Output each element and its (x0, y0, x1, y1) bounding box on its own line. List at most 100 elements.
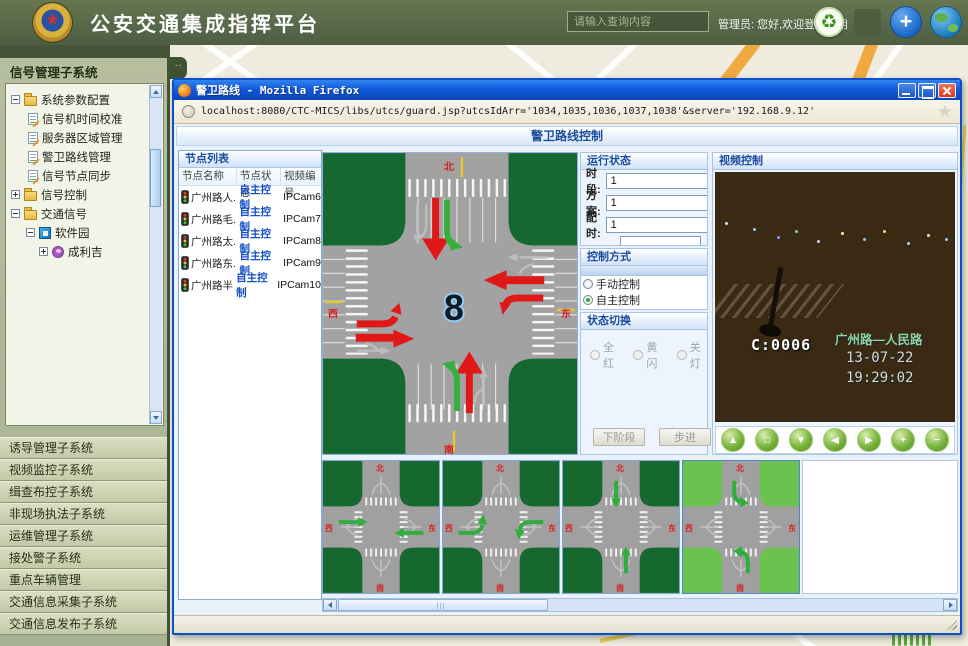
sidebar-menu-item[interactable]: 运维管理子系统 (0, 525, 167, 547)
phase-thumb-2[interactable]: 北 西 东 南 (442, 460, 560, 594)
user-icon (52, 246, 64, 258)
expand-icon[interactable] (11, 190, 20, 199)
field-input[interactable] (606, 173, 708, 189)
expand-icon[interactable] (39, 247, 48, 256)
tree-item-traffic-signal[interactable]: 交通信号 (11, 204, 147, 223)
sidebar-menu-item[interactable]: 视频监控子系统 (0, 459, 167, 481)
control-mode-panel: 控制方式 手动控制 (580, 248, 708, 310)
ptz-stop-button[interactable]: □ (755, 428, 779, 452)
scroll-up-icon[interactable] (150, 85, 162, 98)
sidebar-top-strip (0, 45, 167, 58)
sidebar-menu-item[interactable]: 非现场执法子系统 (0, 503, 167, 525)
tree-item-system-params[interactable]: 系统参数配置 (11, 90, 147, 109)
state-switch-option[interactable]: 全红 (590, 339, 620, 371)
node-row[interactable]: 广州路半... 自主控制 IPCam10 (179, 274, 321, 296)
tree-item-label[interactable]: 信号控制 (41, 187, 87, 203)
ptz-right-button[interactable]: ▶ (857, 428, 881, 452)
svg-text:东: 东 (428, 523, 436, 533)
sidebar-menu-item[interactable]: 交通信息采集子系统 (0, 591, 167, 613)
sidebar-collapse-tab[interactable]: .. (170, 57, 187, 79)
partial-field-input[interactable] (620, 236, 701, 246)
radio-icon[interactable] (583, 295, 593, 305)
tree-item-signal-node-sync[interactable]: 信号节点同步 (11, 166, 147, 185)
tree-item-software-park[interactable]: 软件园 (11, 223, 147, 242)
collapse-icon[interactable] (11, 95, 20, 104)
phase-step-button[interactable]: 下阶段 (593, 428, 645, 446)
field-input[interactable] (606, 195, 708, 211)
tree-item-label[interactable]: 系统参数配置 (41, 92, 110, 108)
field-input[interactable] (606, 217, 708, 233)
radio-icon[interactable] (633, 350, 643, 360)
tree-item-label[interactable]: 信号节点同步 (42, 168, 111, 184)
refresh-icon[interactable]: ♻ (814, 7, 844, 37)
sidebar-menu-item[interactable]: 缉查布控子系统 (0, 481, 167, 503)
ptz-left-button[interactable]: ◀ (823, 428, 847, 452)
tree-item-label[interactable]: 成利吉 (68, 244, 103, 260)
sidebar-menu-item[interactable]: 交通信息发布子系统 (0, 613, 167, 635)
control-mode-option[interactable]: 手动控制 (581, 276, 707, 292)
ptz-up-button[interactable]: ▲ (721, 428, 745, 452)
node-name[interactable]: 广州路毛... (179, 212, 236, 227)
ptz-zoom-in-button[interactable]: + (891, 428, 915, 452)
tree-item-label[interactable]: 警卫路线管理 (42, 149, 111, 165)
scroll-left-icon[interactable] (323, 599, 337, 611)
phase-thumb-4[interactable]: 北 西 东 南 (682, 460, 800, 594)
node-name[interactable]: 广州路半... (179, 278, 233, 293)
scrollbar-thumb[interactable] (338, 599, 548, 611)
scrollbar-thumb[interactable] (150, 149, 161, 207)
scroll-down-icon[interactable] (150, 411, 162, 424)
location-overlay: 广州路—人民路 (835, 329, 923, 348)
maximize-button[interactable] (918, 83, 936, 98)
url-text[interactable]: localhost:8080/CTC-MICS/libs/utcs/guard.… (201, 106, 932, 117)
radio-icon[interactable] (590, 350, 600, 360)
sidebar-menu-item[interactable]: 重点车辆管理 (0, 569, 167, 591)
radio-label[interactable]: 自主控制 (596, 292, 640, 308)
phase-step-button[interactable]: 步进 (659, 428, 711, 446)
node-name[interactable]: 广州路太... (179, 234, 236, 249)
tree-scrollbar[interactable] (149, 85, 162, 424)
tree-item-label[interactable]: 信号机时间校准 (42, 111, 123, 127)
tree-item-label[interactable]: 交通信号 (41, 206, 87, 222)
horizontal-scrollbar[interactable] (322, 598, 958, 612)
close-button[interactable] (938, 83, 956, 98)
screen: 公安交通集成指挥平台 管理员: 您好,欢迎登陆使用 ♻ + 信号管理子系统 系统… (0, 0, 968, 646)
radio-icon[interactable] (677, 350, 687, 360)
search-input[interactable] (567, 11, 709, 32)
ptz-down-button[interactable]: ▼ (789, 428, 813, 452)
apps-grid-icon[interactable] (854, 9, 881, 36)
video-feed[interactable]: C:0006 广州路—人民路 13-07-22 19:29:02 (715, 172, 955, 422)
bookmark-star-icon[interactable] (938, 105, 952, 119)
ptz-zoom-out-button[interactable]: − (925, 428, 949, 452)
collapse-icon[interactable] (26, 228, 35, 237)
minimize-button[interactable] (898, 83, 916, 98)
node-status[interactable]: 自主控制 (233, 270, 274, 300)
scroll-right-icon[interactable] (943, 599, 957, 611)
resize-grip[interactable] (947, 620, 957, 630)
document-icon (28, 132, 38, 144)
tree-item-guard-route[interactable]: 警卫路线管理 (11, 147, 147, 166)
radio-label: 全红 (603, 339, 620, 371)
collapse-icon[interactable] (11, 209, 20, 218)
sidebar-menu-item[interactable]: 诱导管理子系统 (0, 437, 167, 459)
state-switch-option[interactable]: 黄闪 (633, 339, 663, 371)
phase-thumb-3[interactable]: 北 西 东 南 (562, 460, 680, 594)
tree-item-label[interactable]: 软件园 (55, 225, 90, 241)
sidebar-menu-item[interactable]: 接处警子系统 (0, 547, 167, 569)
ptz-controls: ▲ □ ▼ ◀ ▶ + − (715, 426, 955, 454)
document-icon (28, 151, 38, 163)
tree-item-chengliji[interactable]: 成利吉 (11, 242, 147, 261)
node-name[interactable]: 广州路人... (179, 190, 236, 205)
node-name[interactable]: 广州路东... (179, 256, 236, 271)
tree-item-signal-time-calibration[interactable]: 信号机时间校准 (11, 109, 147, 128)
tree-item-label[interactable]: 服务器区域管理 (42, 130, 123, 146)
phase-thumb-1[interactable]: 北 西 东 南 (322, 460, 440, 594)
tree-item-server-region[interactable]: 服务器区域管理 (11, 128, 147, 147)
tree-item-signal-control[interactable]: 信号控制 (11, 185, 147, 204)
radio-icon[interactable] (583, 279, 593, 289)
globe-icon[interactable] (931, 7, 961, 37)
radio-label[interactable]: 手动控制 (596, 276, 640, 292)
add-icon[interactable]: + (891, 7, 921, 37)
window-titlebar[interactable]: 警卫路线 - Mozilla Firefox (174, 80, 960, 100)
state-switch-option[interactable]: 关灯 (677, 339, 707, 371)
control-mode-option[interactable]: 自主控制 (581, 292, 707, 308)
